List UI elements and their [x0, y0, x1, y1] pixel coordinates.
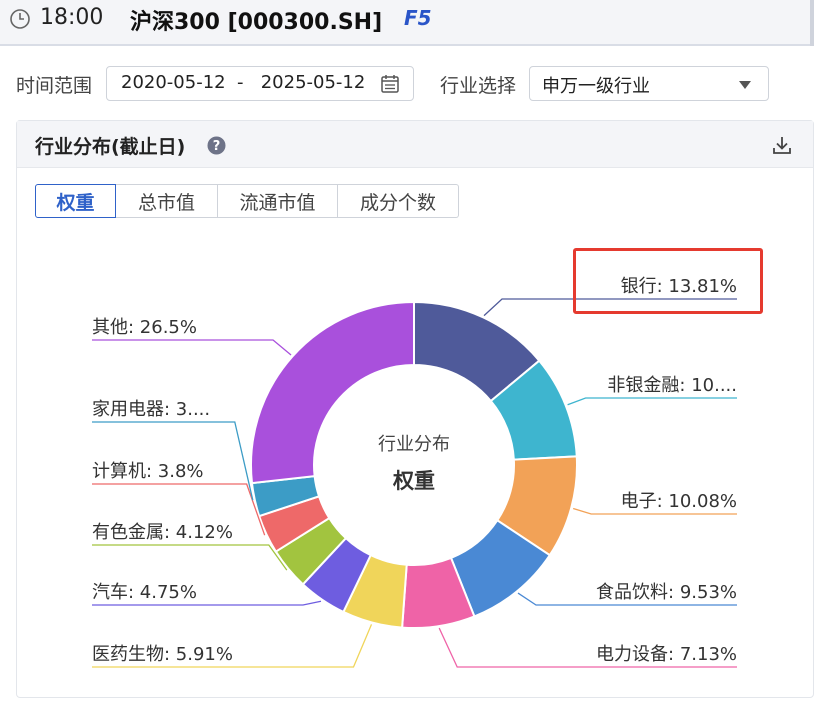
- slice-label: 计算机: 3.8%: [92, 461, 204, 482]
- slice-label: 有色金属: 4.12%: [92, 522, 233, 543]
- slice-label: 家用电器: 3....: [92, 399, 210, 420]
- slice-label: 电力设备: 7.13%: [596, 644, 737, 665]
- pie-slice[interactable]: [250, 300, 415, 485]
- slice-label: 其他: 26.5%: [92, 317, 197, 338]
- slice-label: 食品饮料: 9.53%: [596, 582, 737, 603]
- industry-donut-chart: 银行: 13.81%非银金融: 10....电子: 10.08%食品饮料: 9.…: [92, 276, 737, 668]
- chart-center-title: 行业分布: [378, 434, 450, 455]
- slice-label: 电子: 10.08%: [621, 491, 737, 512]
- leader-line: [92, 544, 288, 571]
- slice-label: 汽车: 4.75%: [92, 582, 197, 603]
- slice-label: 非银金融: 10....: [607, 375, 737, 396]
- slice-label: 医药生物: 5.91%: [92, 644, 233, 665]
- leader-line: [567, 397, 737, 406]
- leader-line: [92, 339, 292, 356]
- chart-center-subtitle: 权重: [392, 469, 435, 493]
- highlight-box: [573, 248, 763, 314]
